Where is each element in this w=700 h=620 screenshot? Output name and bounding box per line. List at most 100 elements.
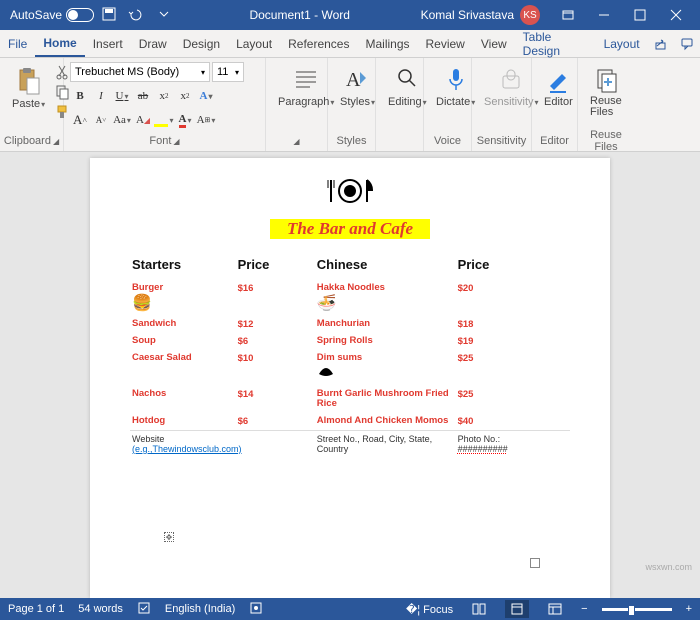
user-name[interactable]: Komal Srivastava [421,8,514,22]
underline-button[interactable]: U [112,86,132,106]
read-mode-button[interactable] [467,600,491,618]
group-sensitivity: Sensitivity Sensitivity [472,58,532,151]
group-editor: Editor Editor [532,58,578,151]
web-layout-button[interactable] [543,600,567,618]
clear-formatting-button[interactable]: A◢ [133,110,153,130]
tab-design[interactable]: Design [175,30,228,57]
bold-button[interactable]: B [70,86,90,106]
reuse-files-icon [594,66,618,94]
char-border-button[interactable]: A⊞ [196,110,216,130]
avatar[interactable]: KS [520,5,540,25]
share-button[interactable] [648,30,674,57]
save-icon[interactable] [102,7,116,21]
highlight-button[interactable] [154,110,174,130]
find-icon [395,66,419,94]
mic-icon [444,66,468,94]
tab-home[interactable]: Home [35,30,84,57]
text-effects-button[interactable]: A [196,86,216,106]
ribbon-tabs: File Home Insert Draw Design Layout Refe… [0,30,700,58]
menu-title: The Bar and Cafe [270,219,430,239]
tab-table-layout[interactable]: Layout [596,30,648,57]
quick-access-toolbar [102,7,179,24]
col-chinese: Chinese [315,253,456,280]
footer-website: Website(e.g.,Thewindowsclub.com) [130,430,315,457]
status-bar: Page 1 of 1 54 words English (India) �¦ … [0,598,700,620]
tab-file[interactable]: File [0,30,35,57]
dimsum-icon [317,364,454,383]
ribbon-display-icon[interactable] [550,0,586,30]
font-size-combo[interactable]: 11▾ [212,62,244,82]
paste-button[interactable]: Paste [6,62,51,114]
group-editing: Editing [376,58,424,151]
ribbon: Paste Clipboard◢ Trebuchet MS (Body)▾ 11… [0,58,700,152]
italic-button[interactable]: I [91,86,111,106]
tab-layout[interactable]: Layout [228,30,280,57]
group-label-editor: Editor [538,133,571,149]
editor-button[interactable]: Editor [538,62,579,112]
table-move-handle[interactable]: ✥ [164,532,174,542]
svg-text:A: A [346,69,361,91]
status-focus[interactable]: �¦ Focus [406,603,453,616]
status-page[interactable]: Page 1 of 1 [8,603,64,615]
group-font: Trebuchet MS (Body)▾ 11▾ B I U ab x2 x2 … [64,58,266,151]
superscript-button[interactable]: x2 [175,86,195,106]
burger-icon: 🍔 [132,293,234,313]
tab-view[interactable]: View [473,30,515,57]
zoom-out-button[interactable]: − [581,603,587,615]
group-label-font: Font◢ [70,133,259,149]
minimize-button[interactable] [586,0,622,30]
close-button[interactable] [658,0,694,30]
status-words[interactable]: 54 words [78,603,123,615]
maximize-button[interactable] [622,0,658,30]
status-proofing-icon[interactable] [137,601,151,618]
col-price2: Price [456,253,570,280]
subscript-button[interactable]: x2 [154,86,174,106]
qat-customize-icon[interactable] [157,7,171,21]
group-label-styles: Styles [334,133,369,149]
shrink-font-button[interactable]: A˅ [91,110,111,130]
col-starters: Starters [130,253,236,280]
autosave-toggle[interactable] [66,8,94,22]
watermark: wsxwn.com [645,562,692,572]
comments-button[interactable] [674,30,700,57]
footer-address: Street No., Road, City, State, Country [315,430,456,457]
grow-font-button[interactable]: A˄ [70,110,90,130]
zoom-in-button[interactable]: + [686,603,692,615]
tab-draw[interactable]: Draw [131,30,175,57]
reuse-files-button[interactable]: Reuse Files [584,62,628,122]
font-color-button[interactable]: A [175,110,195,130]
document-title: Document1 - Word [179,8,421,22]
menu-table: Starters Price Chinese Price Burger🍔$16H… [130,253,570,457]
group-paragraph: Paragraph ◢ [266,58,328,151]
document-area[interactable]: The Bar and Cafe Starters Price Chinese … [0,152,700,598]
font-name-combo[interactable]: Trebuchet MS (Body)▾ [70,62,210,82]
restaurant-icon [130,176,570,213]
change-case-button[interactable]: Aa [112,110,132,130]
autosave-label: AutoSave [10,8,62,22]
styles-icon: A [344,66,370,94]
tab-review[interactable]: Review [418,30,473,57]
undo-icon[interactable] [127,7,145,21]
group-clipboard: Paste Clipboard◢ [0,58,64,151]
tab-references[interactable]: References [280,30,357,57]
group-label-sensitivity: Sensitivity [478,133,525,149]
tab-insert[interactable]: Insert [85,30,131,57]
paragraph-icon [292,66,320,94]
editor-icon [546,66,570,94]
paste-icon [17,66,41,96]
zoom-slider[interactable] [602,608,672,611]
status-language[interactable]: English (India) [165,603,235,615]
col-price1: Price [236,253,315,280]
print-layout-button[interactable] [505,600,529,618]
tab-table-design[interactable]: Table Design [515,30,596,57]
table-resize-handle[interactable] [530,558,540,568]
group-label-reuse-files: Reuse Files [584,133,628,149]
footer-photo: Photo No.:########## [456,430,570,457]
styles-button[interactable]: A Styles [334,62,381,112]
tab-mailings[interactable]: Mailings [357,30,417,57]
strikethrough-button[interactable]: ab [133,86,153,106]
status-macro-icon[interactable] [249,601,263,618]
sensitivity-icon [499,66,523,94]
title-bar: AutoSave Document1 - Word Komal Srivasta… [0,0,700,30]
group-label-voice: Voice [430,133,465,149]
